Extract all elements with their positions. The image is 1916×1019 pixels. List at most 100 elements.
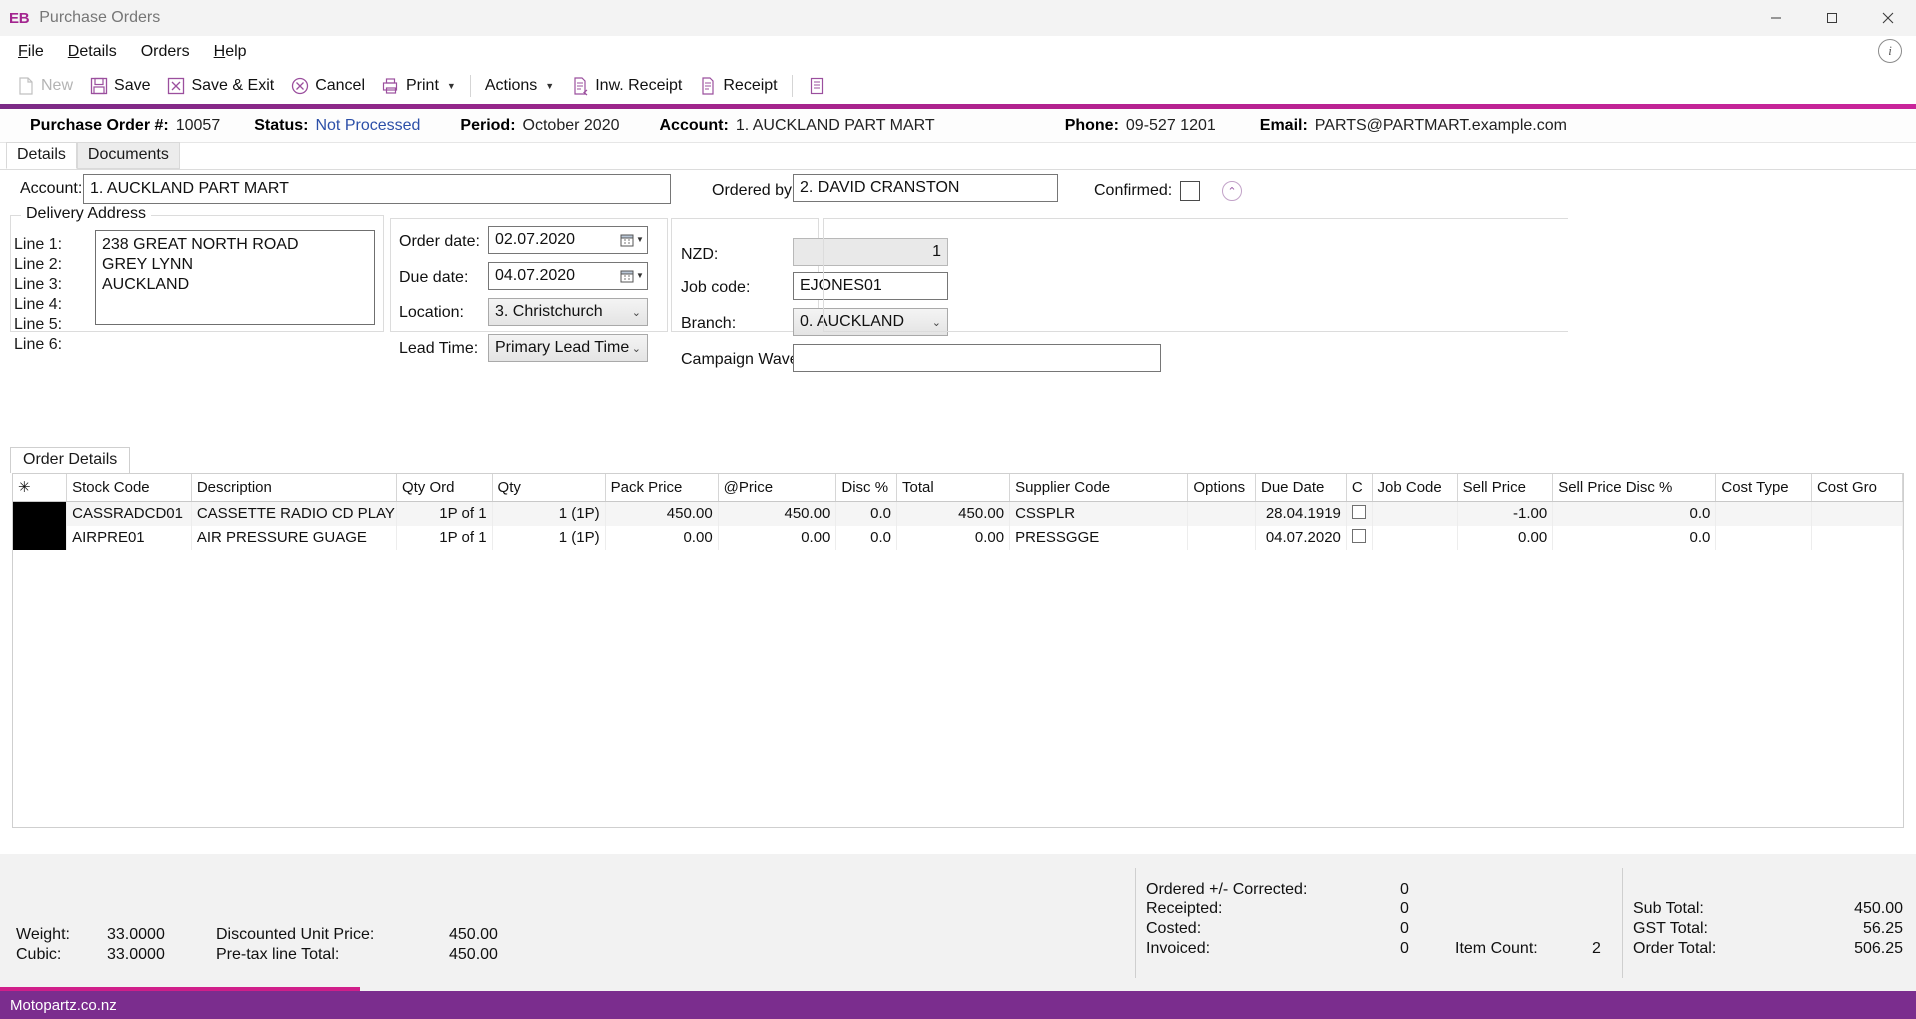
col-total[interactable]: Total xyxy=(897,474,1010,501)
window-title: Purchase Orders xyxy=(39,9,160,27)
ordered-by-input[interactable]: 2. DAVID CRANSTON xyxy=(793,174,1058,202)
table-row[interactable]: CASSRADCD01 CASSETTE RADIO CD PLAYE 1P o… xyxy=(13,501,1903,526)
inward-receipt-button-label: Inw. Receipt xyxy=(595,77,682,95)
chevron-down-icon: ⌄ xyxy=(632,342,641,355)
maximize-icon[interactable] xyxy=(1804,0,1860,36)
location-select[interactable]: 3. Christchurch ⌄ xyxy=(488,298,648,326)
notes-button[interactable] xyxy=(799,73,835,99)
po-number-value: 10057 xyxy=(176,117,221,135)
col-select-all[interactable]: ✳ xyxy=(13,474,67,501)
line-2-value: GREY LYNN xyxy=(102,255,368,275)
inward-receipt-button[interactable]: Inw. Receipt xyxy=(562,73,690,99)
tab-documents[interactable]: Documents xyxy=(77,142,180,169)
col-job-code[interactable]: Job Code xyxy=(1372,474,1457,501)
col-disc-pct[interactable]: Disc % xyxy=(836,474,897,501)
menu-item-file[interactable]: FFileile xyxy=(6,39,56,65)
chevron-down-icon[interactable]: ▼ xyxy=(447,81,456,91)
weight-value: 33.0000 xyxy=(107,926,165,944)
tab-details[interactable]: Details xyxy=(6,142,77,169)
line-1-label: Line 1: xyxy=(14,236,94,256)
col-due-date[interactable]: Due Date xyxy=(1255,474,1346,501)
new-button[interactable]: New xyxy=(8,73,81,99)
col-at-price[interactable]: @Price xyxy=(718,474,836,501)
col-description[interactable]: Description xyxy=(191,474,396,501)
col-c[interactable]: C xyxy=(1346,474,1372,501)
pretax-line-total-value: 450.00 xyxy=(449,946,498,964)
save-button[interactable]: Save xyxy=(81,73,158,99)
account-input[interactable]: 1. AUCKLAND PART MART xyxy=(83,174,671,204)
header-account-label: Account: xyxy=(659,117,728,135)
row-selector[interactable] xyxy=(13,501,67,526)
cell-cost-group xyxy=(1811,526,1902,550)
col-options[interactable]: Options xyxy=(1188,474,1256,501)
row-selector[interactable] xyxy=(13,526,67,550)
status-bar-text: Motopartz.co.nz xyxy=(10,997,117,1014)
receipt-button-label: Receipt xyxy=(723,77,777,95)
delivery-address-input[interactable]: 238 GREAT NORTH ROAD GREY LYNN AUCKLAND xyxy=(95,230,375,325)
order-date-value: 02.07.2020 xyxy=(495,228,575,252)
campaign-wave-input[interactable] xyxy=(793,344,1161,372)
minimize-icon[interactable] xyxy=(1748,0,1804,36)
nzd-label: NZD: xyxy=(681,246,718,264)
save-and-exit-button[interactable]: Save & Exit xyxy=(158,73,282,99)
chevron-up-circle-icon[interactable]: ⌃ xyxy=(1222,181,1242,201)
cell-at-price: 0.00 xyxy=(718,526,836,550)
due-date-label: Due date: xyxy=(399,269,468,287)
col-pack-price[interactable]: Pack Price xyxy=(605,474,718,501)
item-count-value: 2 xyxy=(1592,940,1601,958)
col-qty-ord[interactable]: Qty Ord xyxy=(396,474,492,501)
cell-c-checkbox[interactable] xyxy=(1346,501,1372,526)
col-supplier-code[interactable]: Supplier Code xyxy=(1010,474,1188,501)
header-account-field: Account: 1. AUCKLAND PART MART xyxy=(659,117,934,135)
chevron-down-icon[interactable]: ▼ xyxy=(545,81,554,91)
order-details-grid: ✳ Stock Code Description Qty Ord Qty Pac… xyxy=(12,473,1904,828)
tab-order-details[interactable]: Order Details xyxy=(10,447,130,473)
cell-c-checkbox[interactable] xyxy=(1346,526,1372,550)
col-sell-price[interactable]: Sell Price xyxy=(1457,474,1553,501)
table-row[interactable]: AIRPRE01 AIR PRESSURE GUAGE 1P of 1 1 (1… xyxy=(13,526,1903,550)
actions-button[interactable]: Actions ▼ xyxy=(477,74,562,98)
lead-time-select[interactable]: Primary Lead Time ⌄ xyxy=(488,334,648,362)
line-6-label: Line 6: xyxy=(14,336,94,356)
order-lines-table: ✳ Stock Code Description Qty Ord Qty Pac… xyxy=(13,474,1903,550)
col-sell-price-disc[interactable]: Sell Price Disc % xyxy=(1553,474,1716,501)
menu-item-details[interactable]: Details xyxy=(56,39,129,65)
discounted-unit-price-value: 450.00 xyxy=(449,926,498,944)
print-button[interactable]: Print ▼ xyxy=(373,73,464,99)
order-date-input[interactable]: 02.07.2020 ▼ xyxy=(488,226,648,254)
close-icon[interactable] xyxy=(1860,0,1916,36)
cell-stock-code: AIRPRE01 xyxy=(67,526,192,550)
calendar-icon[interactable]: ▼ xyxy=(617,263,647,289)
col-qty[interactable]: Qty xyxy=(492,474,605,501)
cell-options xyxy=(1188,526,1256,550)
email-field: Email: PARTS@PARTMART.example.com xyxy=(1260,117,1567,135)
receipt-button[interactable]: Receipt xyxy=(690,73,785,99)
status-label: Status: xyxy=(254,117,308,135)
line-3-label: Line 3: xyxy=(14,276,94,296)
calendar-icon[interactable]: ▼ xyxy=(617,227,647,253)
col-cost-group[interactable]: Cost Gro xyxy=(1811,474,1902,501)
confirmed-checkbox[interactable] xyxy=(1180,181,1200,201)
cell-qty: 1 (1P) xyxy=(492,526,605,550)
gst-total-value: 56.25 xyxy=(1841,920,1903,938)
order-date-label: Order date: xyxy=(399,233,480,251)
col-stock-code[interactable]: Stock Code xyxy=(67,474,192,501)
col-cost-type[interactable]: Cost Type xyxy=(1716,474,1812,501)
cell-stock-code: CASSRADCD01 xyxy=(67,501,192,526)
line-4-label: Line 4: xyxy=(14,296,94,316)
po-number-label: Purchase Order #: xyxy=(30,117,169,135)
menu-item-help[interactable]: Help xyxy=(202,39,259,65)
info-icon[interactable]: i xyxy=(1878,39,1902,63)
status-field: Status: Not Processed xyxy=(254,117,420,135)
cancel-button[interactable]: Cancel xyxy=(282,73,373,99)
line-2-label: Line 2: xyxy=(14,256,94,276)
menu-item-orders[interactable]: Orders xyxy=(129,39,202,65)
cell-supplier-code: PRESSGGE xyxy=(1010,526,1188,550)
cell-at-price: 450.00 xyxy=(718,501,836,526)
discounted-unit-price-label: Discounted Unit Price: xyxy=(216,926,374,944)
period-field: Period: October 2020 xyxy=(460,117,619,135)
weight-label: Weight: xyxy=(16,926,70,944)
due-date-input[interactable]: 04.07.2020 ▼ xyxy=(488,262,648,290)
ordered-by-label: Ordered by: xyxy=(712,182,796,200)
status-bar: Motopartz.co.nz xyxy=(0,991,1916,1019)
